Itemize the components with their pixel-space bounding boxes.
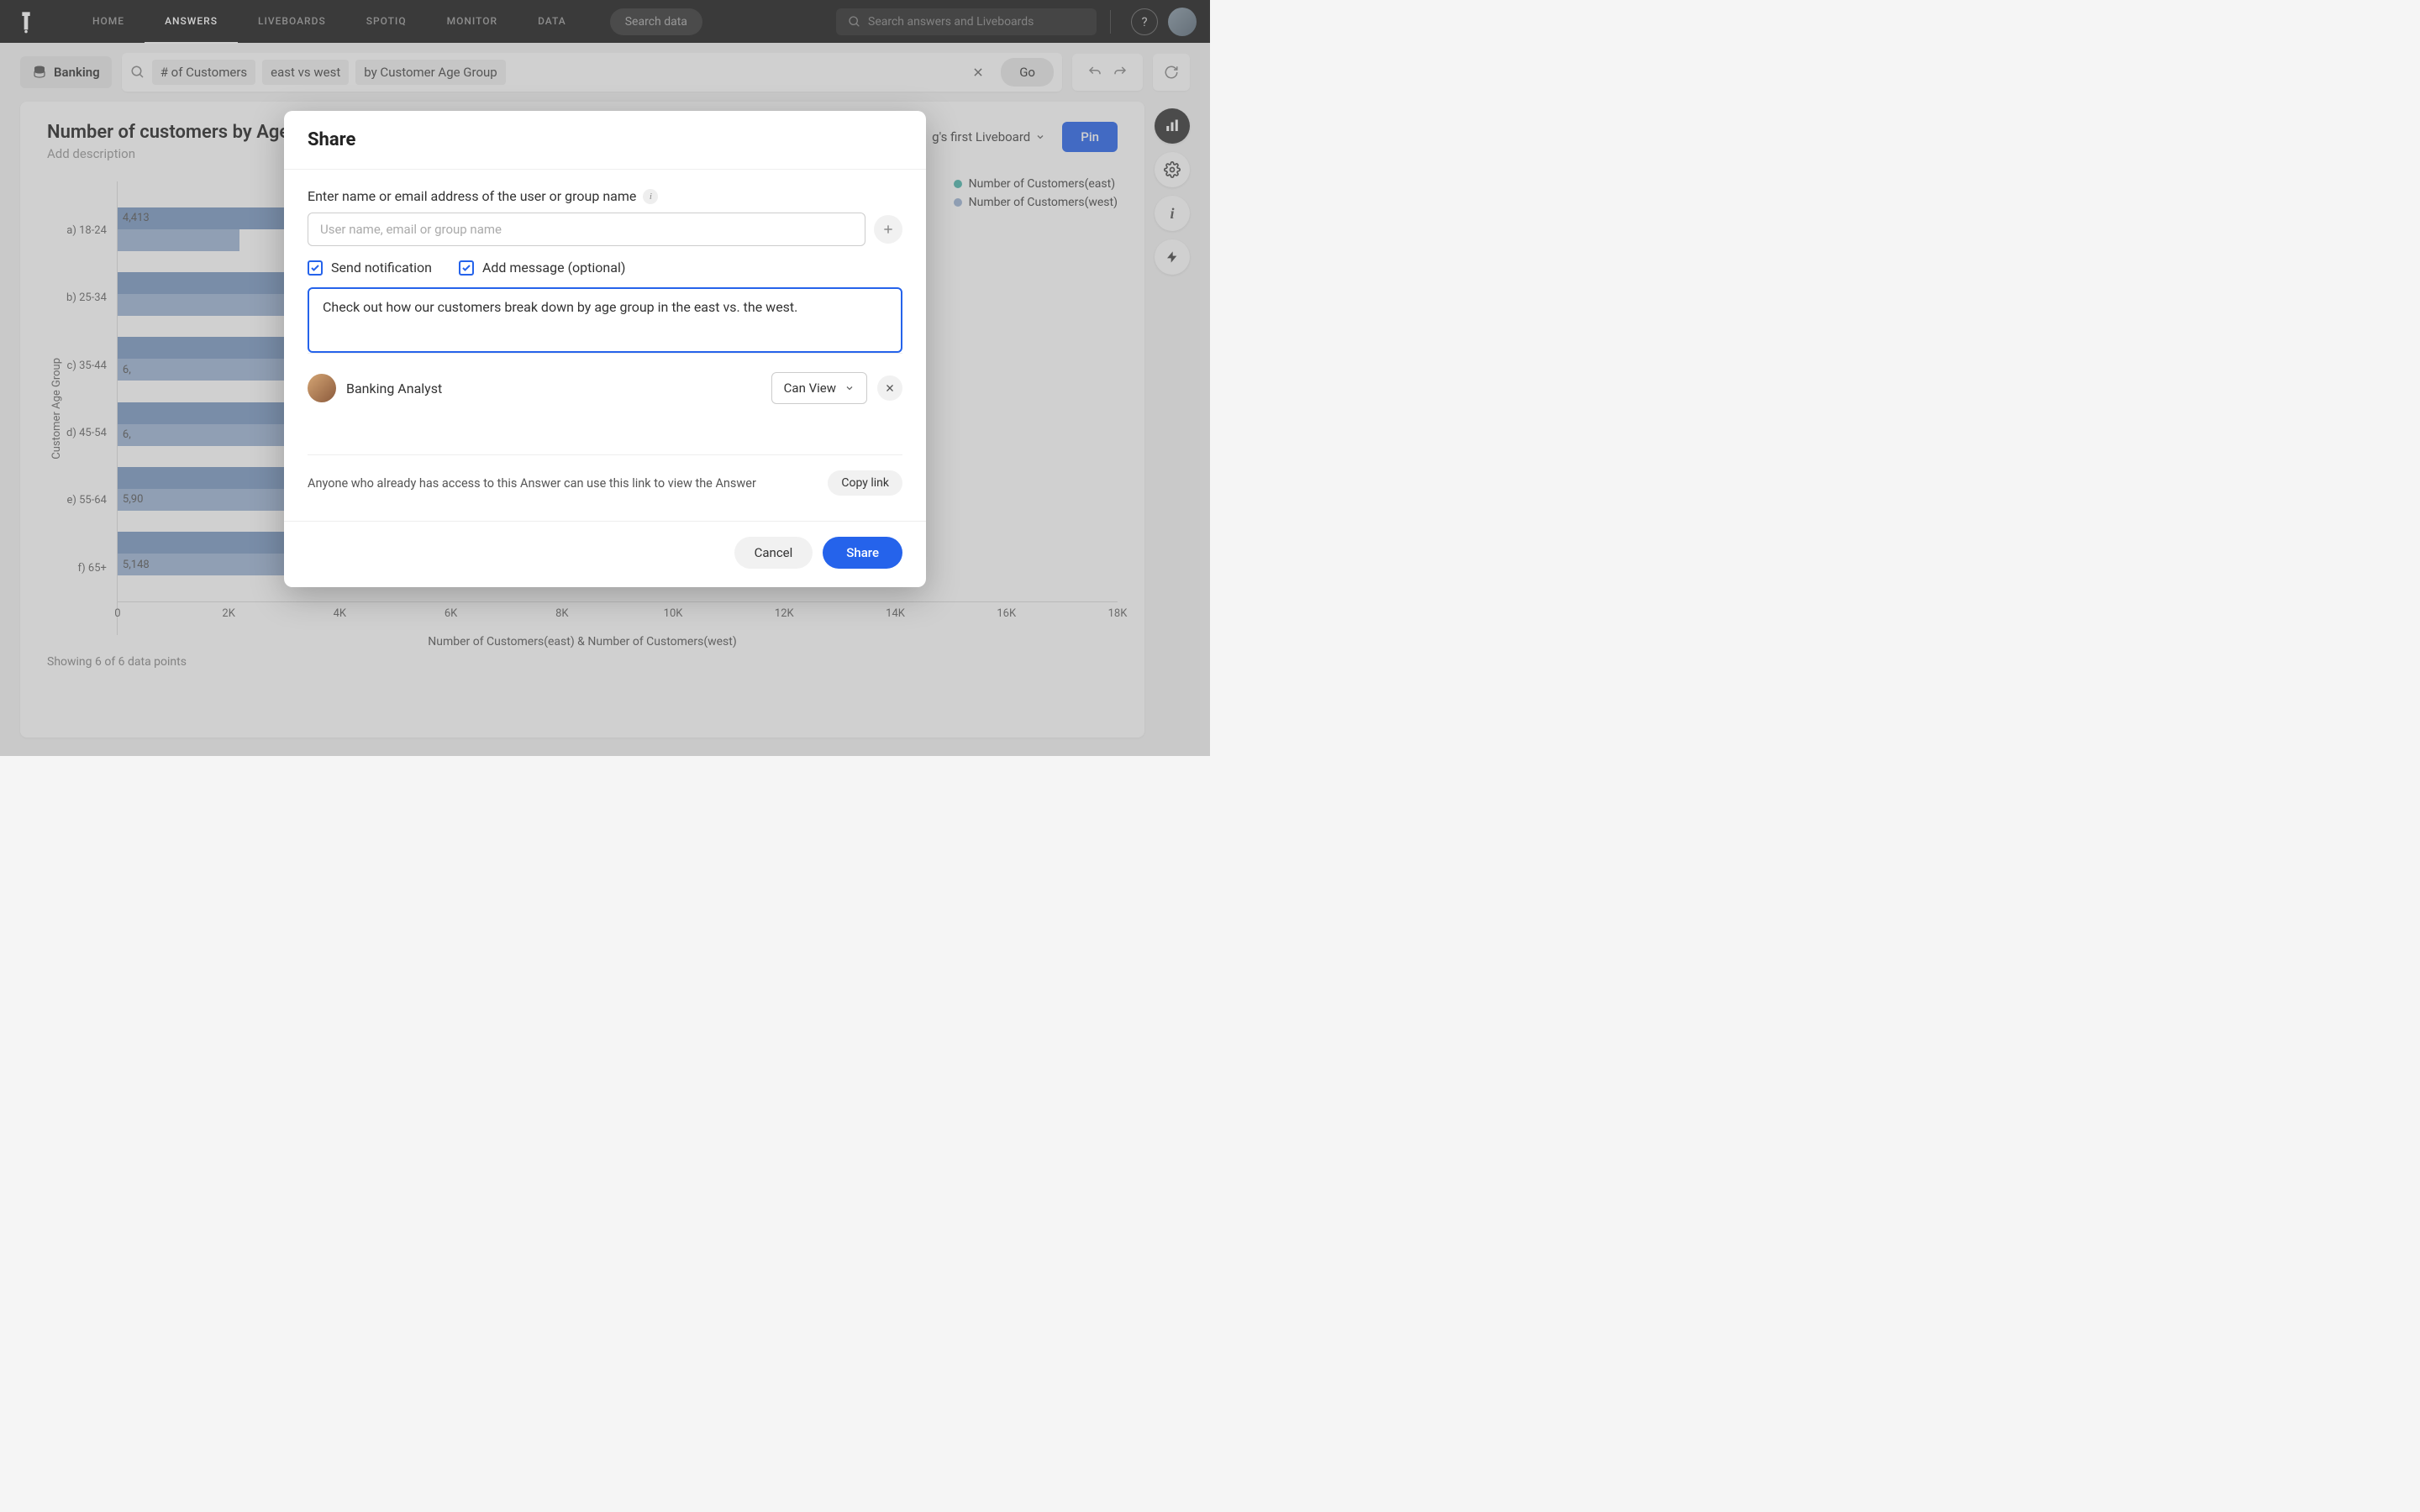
plus-icon xyxy=(882,223,894,235)
link-row: Anyone who already has access to this An… xyxy=(308,454,902,511)
remove-user-button[interactable] xyxy=(877,375,902,401)
modal-footer: Cancel Share xyxy=(284,521,926,587)
modal-title: Share xyxy=(308,129,902,150)
user-field-label: Enter name or email address of the user … xyxy=(308,188,902,204)
share-user-name: Banking Analyst xyxy=(346,381,761,396)
share-modal: Share Enter name or email address of the… xyxy=(284,111,926,587)
chevron-down-icon xyxy=(844,383,855,393)
share-row: Banking Analyst Can View xyxy=(308,372,902,404)
share-user-avatar xyxy=(308,374,336,402)
add-user-button[interactable] xyxy=(874,215,902,244)
permission-select[interactable]: Can View xyxy=(771,372,867,404)
checkbox-checked-icon xyxy=(308,260,323,276)
add-message-checkbox[interactable]: Add message (optional) xyxy=(459,260,625,276)
info-icon[interactable]: i xyxy=(643,189,658,204)
user-input[interactable] xyxy=(308,213,865,246)
message-textarea[interactable]: Check out how our customers break down b… xyxy=(308,287,902,353)
link-text: Anyone who already has access to this An… xyxy=(308,476,818,491)
send-notification-checkbox[interactable]: Send notification xyxy=(308,260,432,276)
checkbox-checked-icon xyxy=(459,260,474,276)
cancel-button[interactable]: Cancel xyxy=(734,537,813,569)
share-list: Banking Analyst Can View xyxy=(308,353,902,454)
modal-header: Share xyxy=(284,111,926,170)
close-icon xyxy=(885,383,895,393)
copy-link-button[interactable]: Copy link xyxy=(828,470,902,496)
share-button[interactable]: Share xyxy=(823,537,902,569)
